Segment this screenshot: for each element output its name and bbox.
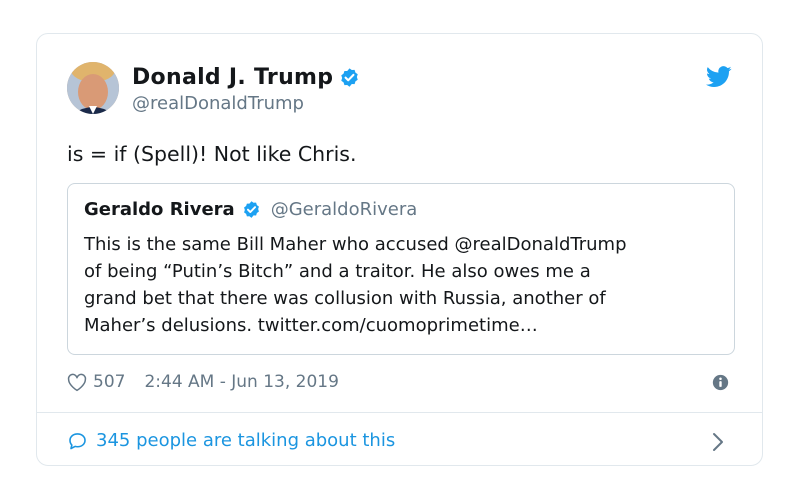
card-divider bbox=[37, 412, 762, 413]
author-handle[interactable]: @realDonaldTrump bbox=[132, 93, 304, 114]
quoted-author-handle: @GeraldoRivera bbox=[270, 199, 418, 220]
author-name-row[interactable]: Donald J. Trump bbox=[132, 65, 360, 90]
conversation-link[interactable]: 345 people are talking about this bbox=[67, 430, 395, 451]
tweet-meta: 507 2:44 AM - Jun 13, 2019 bbox=[67, 372, 339, 392]
embedded-tweet-card: Donald J. Trump @realDonaldTrump is = if… bbox=[36, 33, 763, 466]
heart-icon[interactable] bbox=[67, 373, 87, 392]
verified-badge-icon bbox=[341, 68, 359, 87]
quoted-text-line: of being “Putin’s Bitch” and a traitor. … bbox=[84, 261, 591, 282]
speech-bubble-icon bbox=[69, 432, 86, 449]
quoted-tweet-header: Geraldo Rivera @GeraldoRivera bbox=[84, 199, 417, 220]
author-name[interactable]: Donald J. Trump bbox=[132, 65, 333, 90]
conversation-link-label[interactable]: 345 people are talking about this bbox=[96, 430, 395, 451]
author-avatar[interactable] bbox=[67, 62, 119, 114]
quoted-author-name: Geraldo Rivera bbox=[84, 199, 235, 220]
like-count[interactable]: 507 bbox=[93, 372, 125, 392]
quoted-text-line: Maher’s delusions. twitter.com/cuomoprim… bbox=[84, 315, 538, 336]
quoted-text-line: grand bet that there was collusion with … bbox=[84, 288, 606, 309]
chevron-right-icon[interactable] bbox=[712, 432, 724, 452]
quoted-tweet-text: This is the same Bill Maher who accused … bbox=[84, 231, 724, 339]
info-icon[interactable] bbox=[712, 374, 729, 391]
tweet-text: is = if (Spell)! Not like Chris. bbox=[67, 142, 357, 166]
quoted-text-line: This is the same Bill Maher who accused … bbox=[84, 234, 627, 255]
tweet-timestamp[interactable]: 2:44 AM - Jun 13, 2019 bbox=[144, 372, 339, 392]
verified-badge-icon bbox=[243, 201, 259, 218]
twitter-bird-icon[interactable] bbox=[706, 66, 732, 88]
quoted-tweet[interactable]: Geraldo Rivera @GeraldoRivera This is th… bbox=[67, 183, 735, 355]
